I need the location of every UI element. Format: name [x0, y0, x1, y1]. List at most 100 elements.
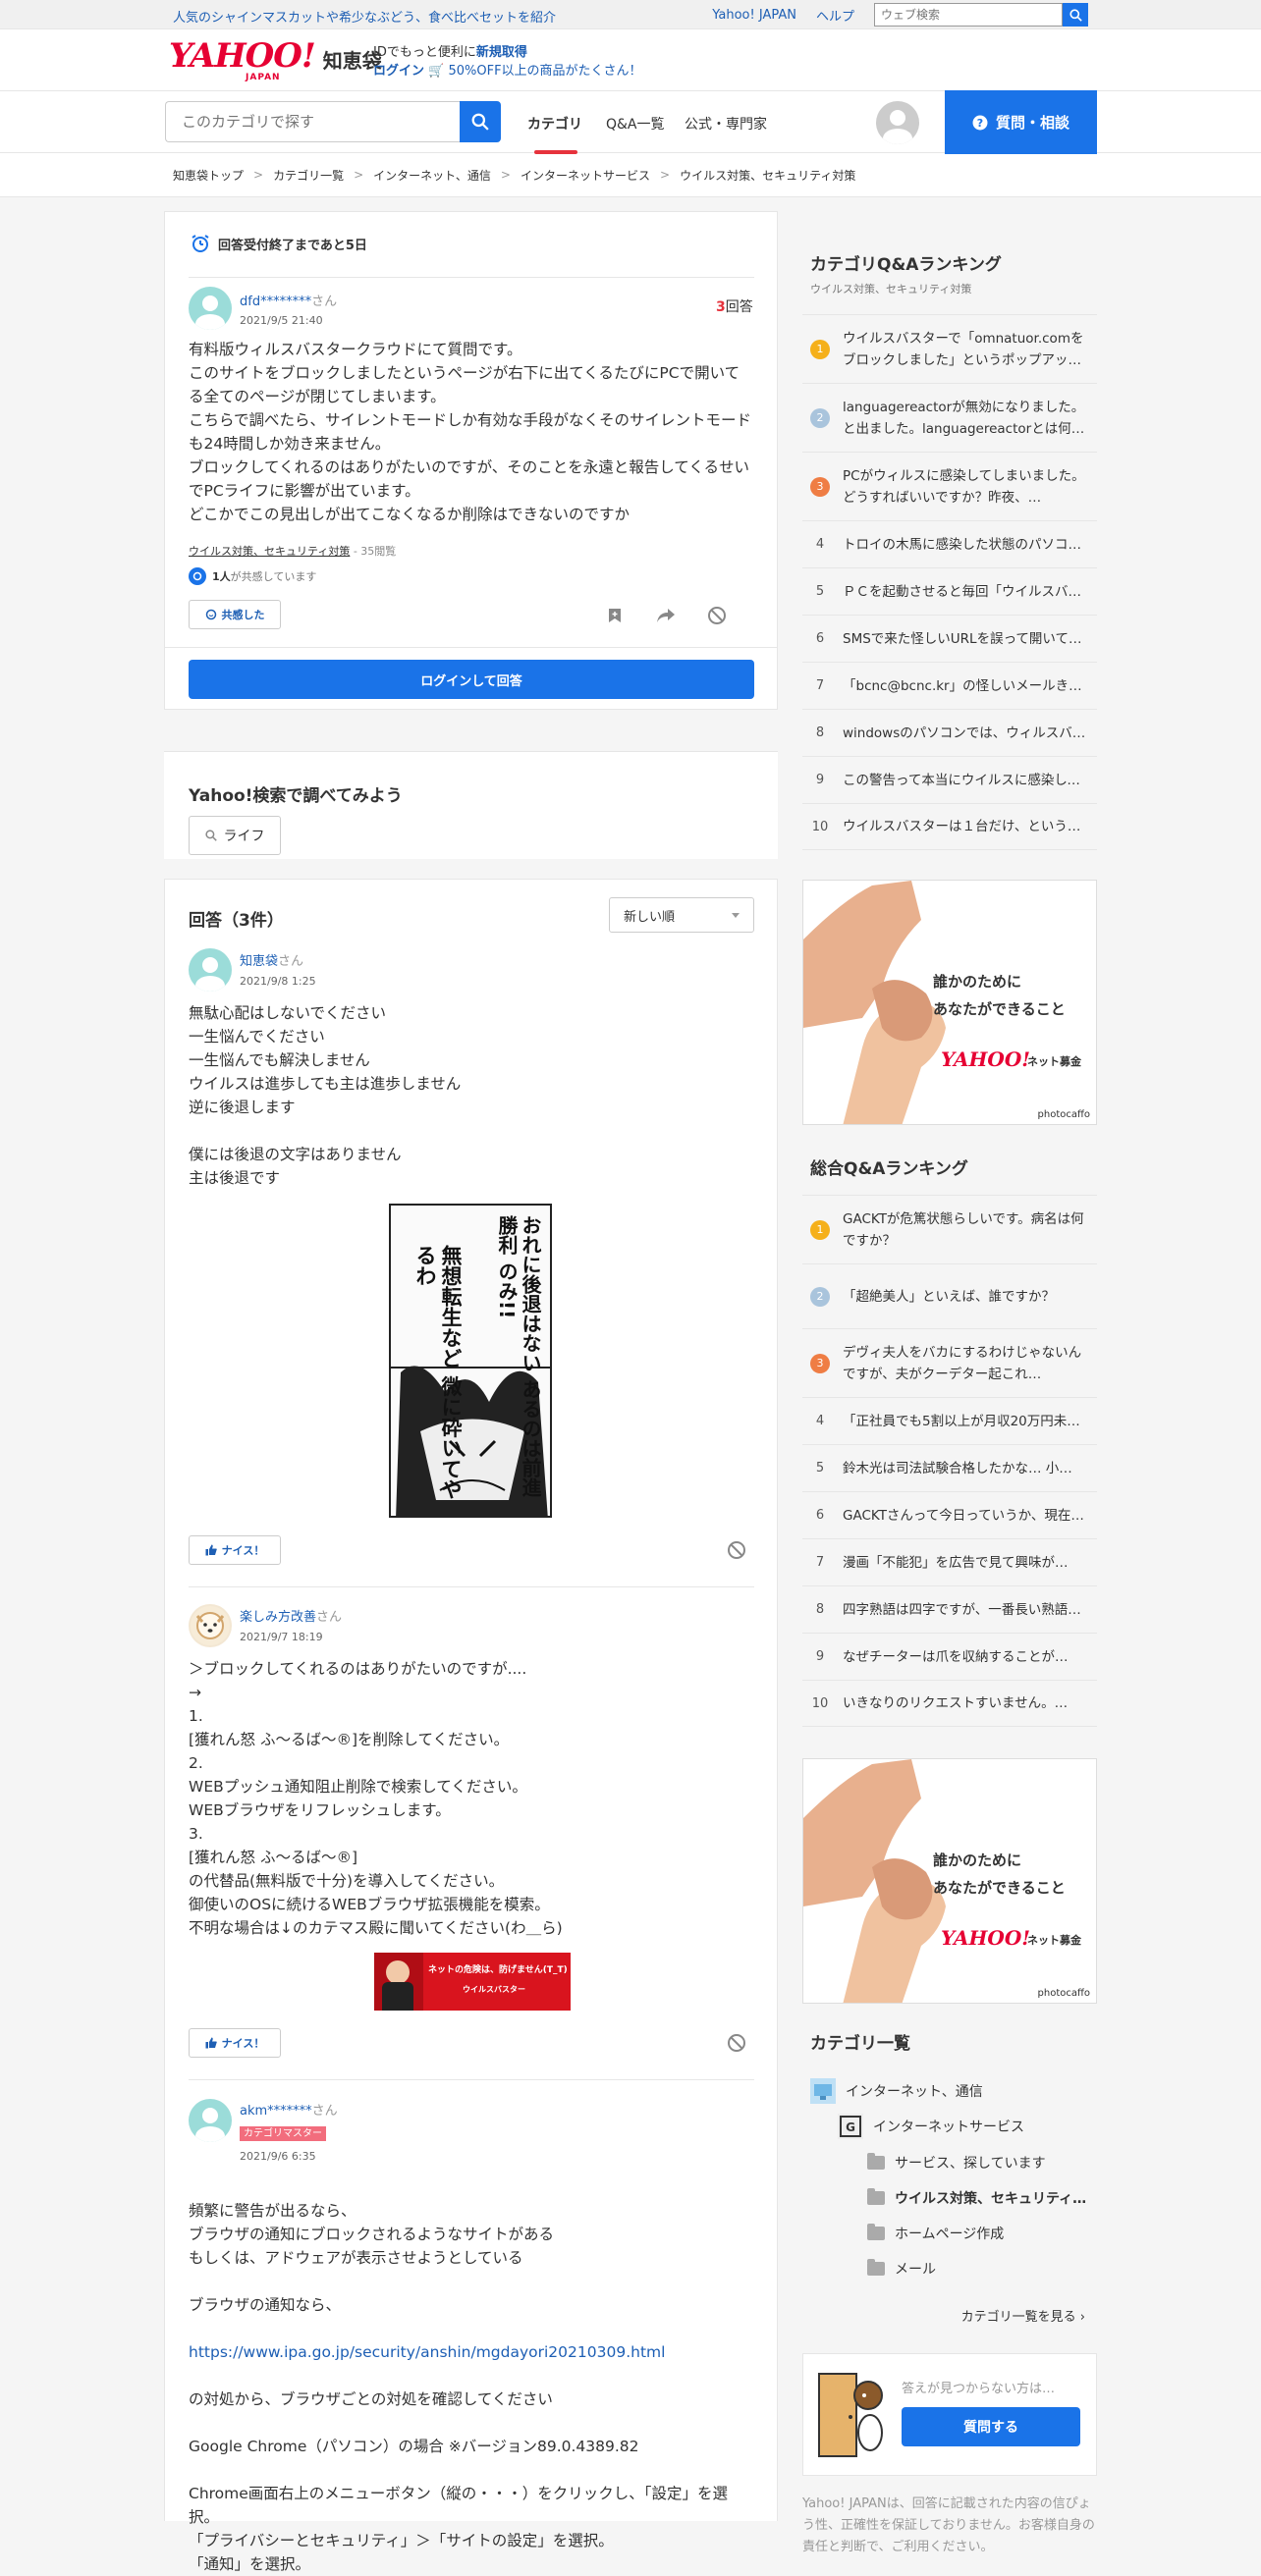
ranking-item[interactable]: 5 鈴木光は司法試験合格したかな… 小… — [802, 1444, 1097, 1491]
category-item-internet-service[interactable]: G インターネットサービス — [838, 2114, 1024, 2139]
tab-category[interactable]: カテゴリ — [527, 114, 582, 134]
breadcrumb-item-top[interactable]: 知恵袋トップ — [173, 167, 244, 184]
category-item-mail[interactable]: メール — [867, 2259, 936, 2279]
rank-number: 4 — [815, 1414, 825, 1428]
rank-number: 8 — [815, 1602, 825, 1617]
breadcrumb-item-internet-service[interactable]: インターネットサービス — [521, 167, 650, 184]
breadcrumb-item-internet[interactable]: インターネット、通信 — [373, 167, 491, 184]
login-link[interactable]: ログイン — [373, 64, 424, 79]
search-icon — [471, 113, 489, 131]
shopping-promo-link[interactable]: 🛒 50%OFF以上の商品がたくさん！ — [428, 64, 641, 79]
category-search-input[interactable] — [165, 101, 460, 142]
avatar[interactable] — [876, 101, 919, 144]
answer-body-part: の対処から、ブラウザごとの対処を確認してください Google Chrome（パ… — [189, 2390, 729, 2573]
search-keyword-chip[interactable]: ライフ — [189, 816, 281, 855]
rank-medal-gold: 1 — [810, 339, 830, 359]
ranking-item[interactable]: 7 漫画「不能犯」を広告で見て興味が… — [802, 1538, 1097, 1585]
questioner-name[interactable]: dfd********さん — [240, 291, 337, 309]
tab-qa-list[interactable]: Q&A一覧 — [606, 114, 665, 134]
empathize-button[interactable]: 共感した — [189, 600, 281, 629]
category-list-more-link[interactable]: カテゴリ一覧を見る › — [961, 2306, 1085, 2325]
web-search-button[interactable] — [1063, 3, 1088, 27]
ranking-item-text: この警告って本当にウイルスに感染してますか… — [843, 772, 1090, 788]
empathy-suffix: が共感しています — [230, 570, 317, 583]
sort-select[interactable]: 新しい順 — [609, 897, 754, 933]
ranking-item[interactable]: 2 languagereactorが無効になりました。と出ました。language… — [802, 383, 1097, 452]
answer-body-part: 頻繁に警告が出るなら、 ブラウザの通知にブロックされるようなサイトがある もしく… — [189, 2202, 555, 2314]
ranking-item-text: ＰＣを起動させると毎回「ウイルスバスター… — [843, 583, 1090, 600]
breadcrumb-item-security[interactable]: ウイルス対策、セキュリティ対策 — [680, 167, 855, 184]
bookmark-icon — [609, 609, 621, 622]
ranking-item[interactable]: 2 「超絶美人」といえば、誰ですか？ — [802, 1263, 1097, 1328]
category-item-homepage[interactable]: ホームページ作成 — [867, 2224, 1004, 2243]
ranking-item[interactable]: 9 この警告って本当にウイルスに感染してますか… — [802, 756, 1097, 803]
category-list: カテゴリ一覧 インターネット、通信 G インターネットサービス サービス、探して… — [802, 2029, 1097, 2353]
ranking-item[interactable]: 6 GACKTさんって今日っていうか、現在… — [802, 1491, 1097, 1538]
tab-official[interactable]: 公式・専門家 — [685, 114, 767, 134]
category-search-button[interactable] — [460, 101, 501, 142]
ranking-item[interactable]: 1 GACKTが危篤状態らしいです。病名は何ですか？ — [802, 1195, 1097, 1263]
category-item-security[interactable]: ウイルス対策、セキュリティ… — [867, 2188, 1086, 2208]
ranking-item[interactable]: 9 なぜチーターは爪を収納することが… — [802, 1633, 1097, 1680]
answerer-avatar[interactable] — [189, 948, 232, 992]
help-link[interactable]: ヘルプ — [816, 6, 854, 25]
ranking-item-text: デヴィ夫人をバカにするわけじゃないんですが、夫がクーデター起これ… — [843, 1344, 1082, 1382]
divider — [189, 277, 754, 278]
answerer-name[interactable]: akm*******さん — [240, 2100, 338, 2119]
ranking-item[interactable]: 8 windowsのパソコンでは、ウィルスバスター… — [802, 709, 1097, 756]
promo-right: Yahoo! JAPAN ヘルプ — [712, 3, 1088, 27]
ranking-item-text: なぜチーターは爪を収納することが… — [843, 1648, 1069, 1665]
category-item-internet[interactable]: インターネット、通信 — [810, 2078, 983, 2104]
empathy-icon — [205, 609, 216, 620]
ranking-item[interactable]: 4 トロイの木馬に感染した状態のパソコン… — [802, 520, 1097, 567]
promo-link[interactable]: 人気のシャインマスカットや希少なぶどう、食べ比べセットを紹介 — [173, 7, 556, 26]
yahoo-japan-link[interactable]: Yahoo! JAPAN — [712, 8, 796, 23]
category-ranking: カテゴリQ&Aランキング ウイルス対策、セキュリティ対策 1 ウイルスバスターで「… — [802, 211, 1097, 850]
report-button[interactable] — [706, 605, 728, 626]
ranking-item[interactable]: 1 ウイルスバスターで「omnatuor.comをブロックしました」というポップア… — [802, 314, 1097, 383]
thumbs-up-icon — [205, 2037, 217, 2049]
id-promo: IDでもっと便利に新規取得 ログイン 🛒 50%OFF以上の商品がたくさん！ — [373, 43, 642, 80]
prohibited-icon — [708, 607, 726, 624]
ranking-item[interactable]: 4 「正社員でも5割以上が月収20万円未満… — [802, 1397, 1097, 1444]
ranking-item[interactable]: 10 いきなりのリクエストすいません。… — [802, 1680, 1097, 1727]
ask-box-button[interactable]: 質問する — [902, 2407, 1080, 2446]
ask-question-button[interactable]: ? 質問・相談 — [945, 90, 1097, 154]
signup-link[interactable]: 新規取得 — [476, 45, 527, 60]
rank-number: 9 — [815, 773, 825, 787]
answerer-name[interactable]: 楽しみ方改善さん — [240, 1606, 342, 1625]
ranking-item[interactable]: 3 デヴィ夫人をバカにするわけじゃないんですが、夫がクーデター起これ… — [802, 1328, 1097, 1397]
answerer-avatar[interactable] — [189, 2099, 232, 2142]
breadcrumb-item-categories[interactable]: カテゴリ一覧 — [273, 167, 344, 184]
report-button[interactable] — [726, 2032, 747, 2054]
door-character-icon — [818, 2373, 883, 2457]
ranking-item[interactable]: 8 四字熟語は四字ですが、一番長い熟語… — [802, 1585, 1097, 1633]
questioner-avatar[interactable] — [189, 287, 232, 330]
chiebukuro-logo[interactable]: YAHOO! JAPAN 知恵袋 — [169, 39, 382, 82]
ranking-item[interactable]: 7 「bcnc@bcnc.kr」の怪しいメールきました… — [802, 662, 1097, 709]
nice-button[interactable]: ナイス！ — [189, 2028, 281, 2058]
ranking-item[interactable]: 3 PCがウィルスに感染してしまいました。どうすればいいですか？昨夜、… — [802, 452, 1097, 520]
advertisement[interactable]: 誰かのために あなたができること YAHOO! ネット募金 photocaffo — [802, 880, 1097, 1125]
bookmark-button[interactable] — [604, 605, 626, 626]
answer-external-link[interactable]: https://www.ipa.go.jp/security/anshin/mg… — [189, 2343, 665, 2361]
search-icon — [204, 830, 217, 841]
ranking-item[interactable]: 10 ウイルスバスターは１台だけ、という契約… — [802, 803, 1097, 850]
question-category-link[interactable]: ウイルス対策、セキュリティ対策 — [189, 545, 350, 558]
web-search-input[interactable] — [874, 3, 1063, 27]
category-item-service-search[interactable]: サービス、探しています — [867, 2153, 1046, 2173]
divider — [189, 1586, 754, 1587]
answerer-name[interactable]: 知恵袋さん — [240, 950, 303, 969]
virus-buster-banner[interactable]: ネットの危険は、防げません(T_T) ウイルスバスター — [374, 1953, 571, 2011]
nice-button[interactable]: ナイス！ — [189, 1535, 281, 1565]
answerer-avatar[interactable] — [189, 1604, 232, 1647]
report-button[interactable] — [726, 1539, 747, 1561]
share-button[interactable] — [655, 605, 677, 626]
ranking-item-text: SMSで来た怪しいURLを誤って開いてしまいました… — [843, 630, 1090, 647]
thumbs-up-icon — [205, 1544, 217, 1556]
ranking-item[interactable]: 5 ＰＣを起動させると毎回「ウイルスバスター… — [802, 567, 1097, 615]
ranking-item[interactable]: 6 SMSで来た怪しいURLを誤って開いてしまいました… — [802, 615, 1097, 662]
advertisement[interactable]: 誰かのために あなたができること YAHOO! ネット募金 photocaffo — [802, 1758, 1097, 2004]
login-to-answer-button[interactable]: ログインして回答 — [189, 660, 754, 699]
ad-yahoo-logo: YAHOO! — [941, 1926, 1031, 1950]
